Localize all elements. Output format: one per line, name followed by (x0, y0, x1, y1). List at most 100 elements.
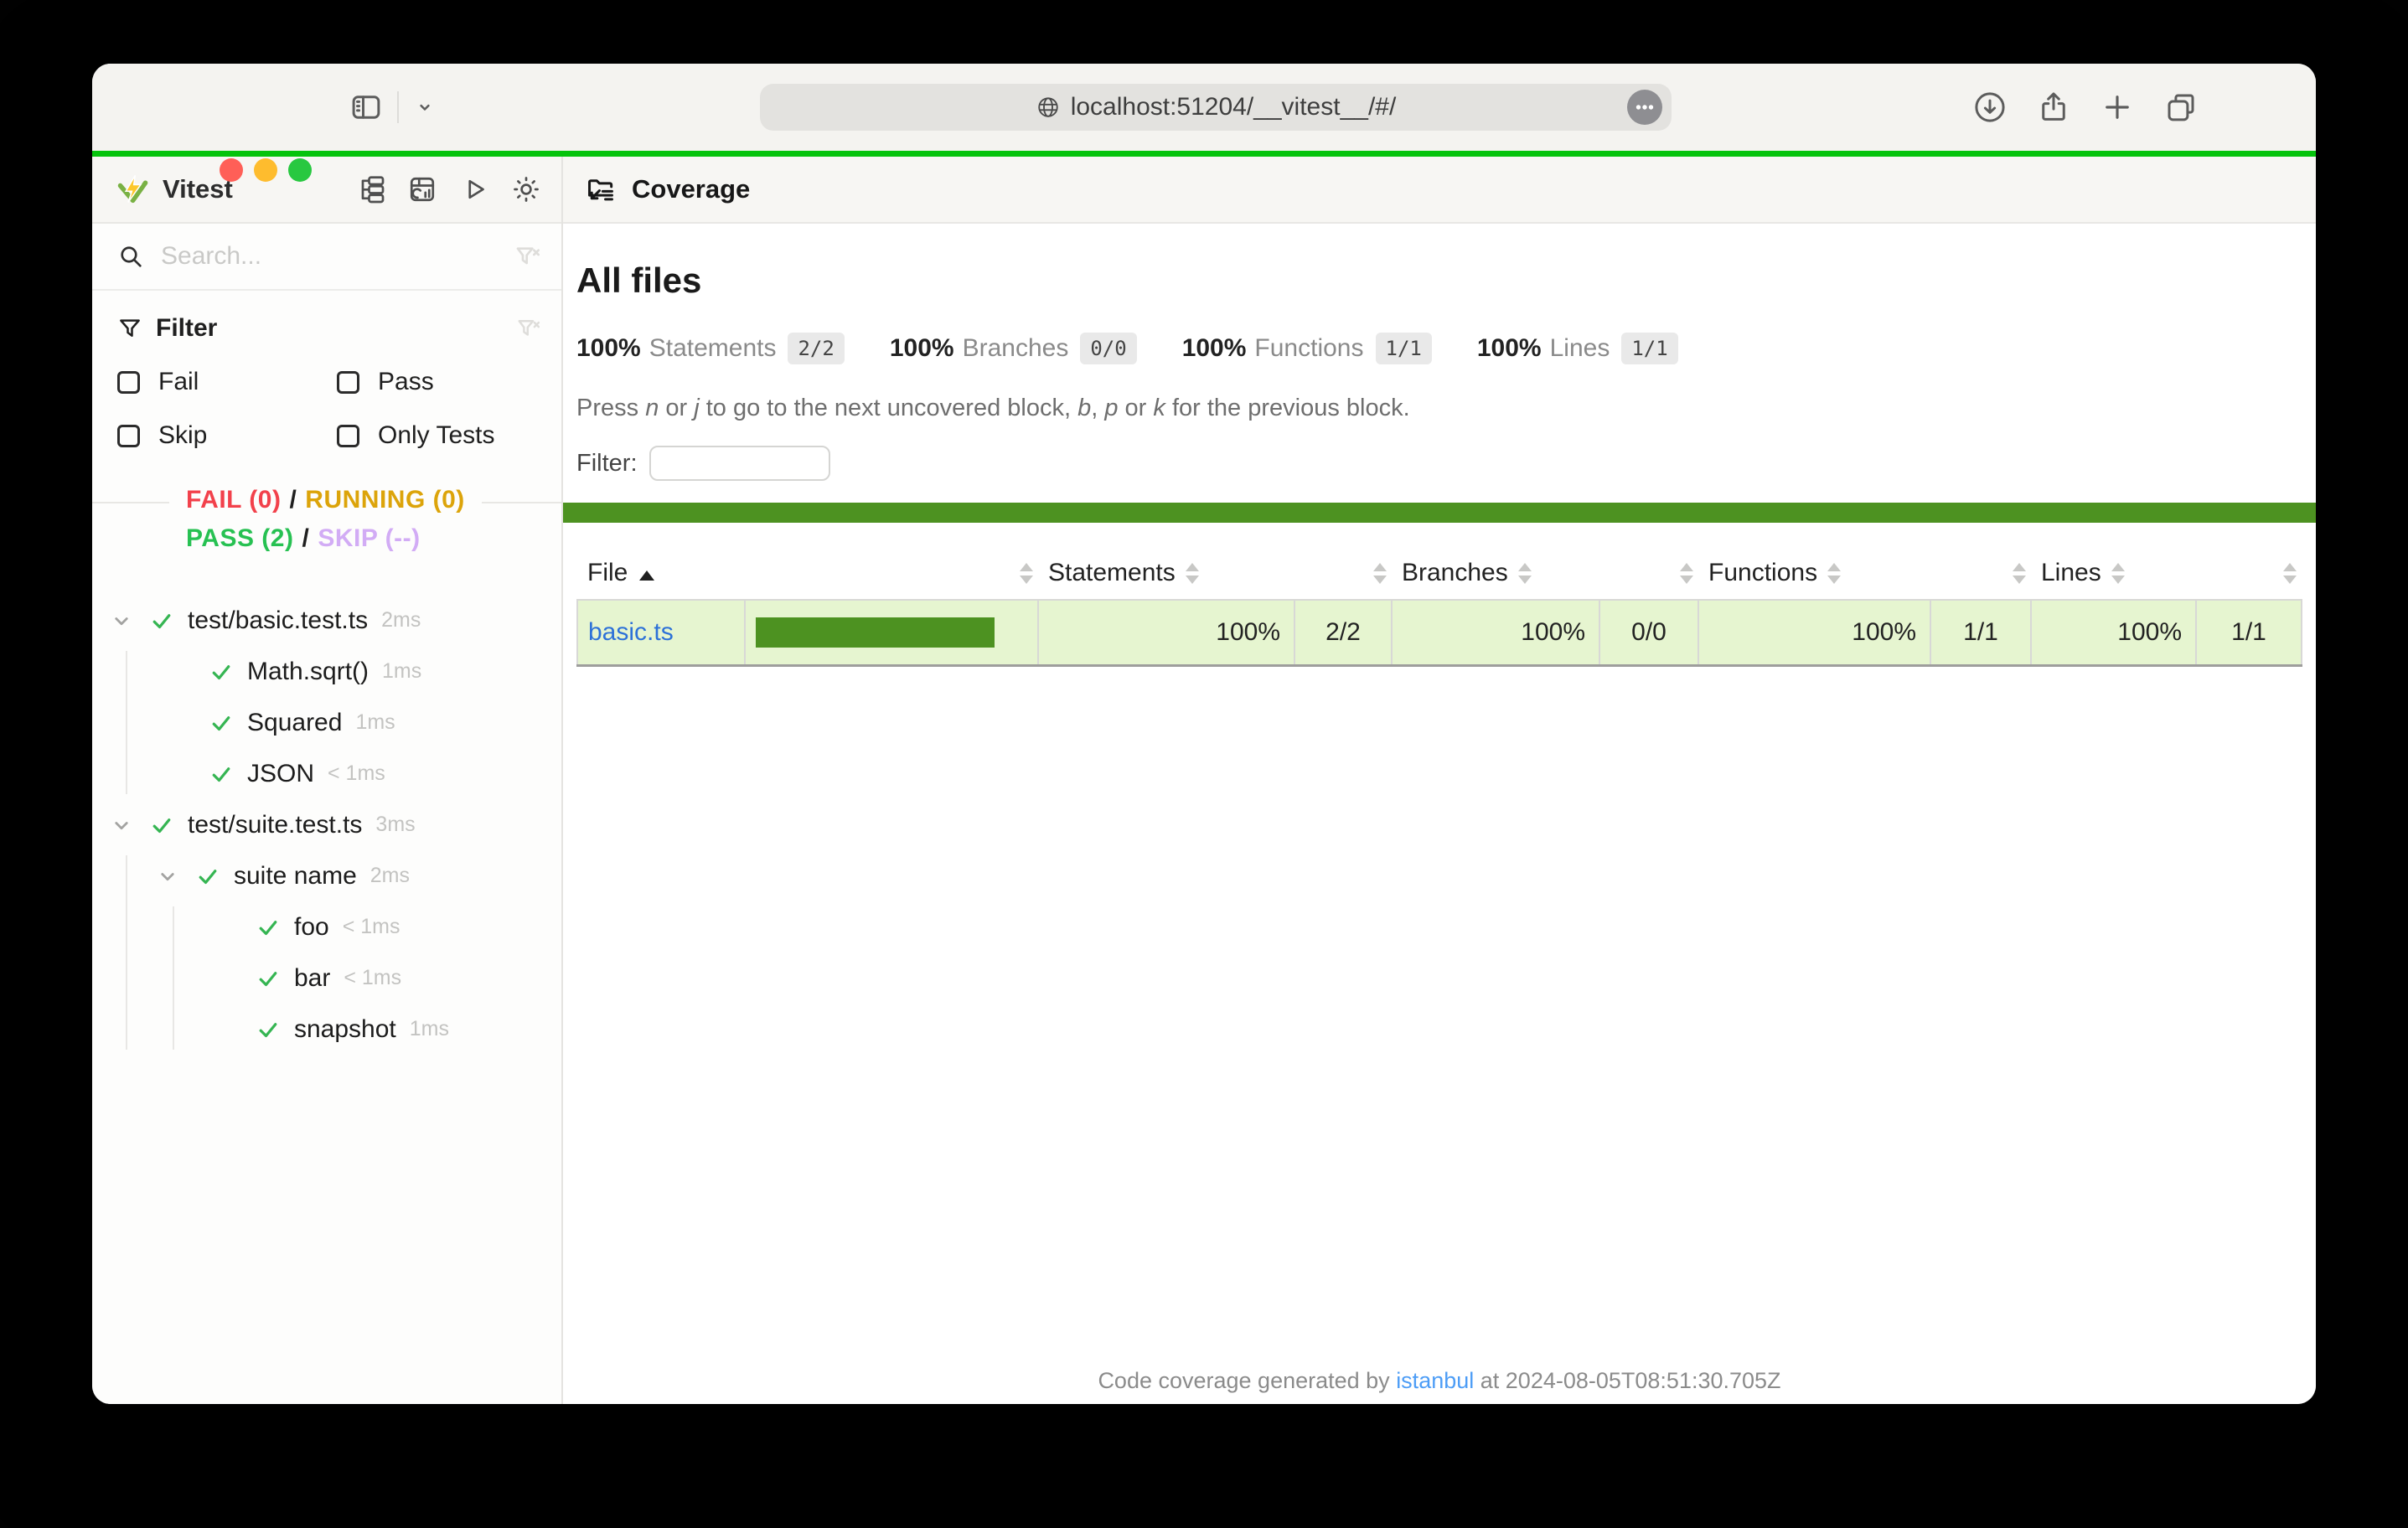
checkbox-label: Fail (158, 368, 199, 396)
filter-checkbox-skip[interactable]: Skip (117, 421, 337, 450)
check-icon (209, 659, 247, 684)
column-header-branches[interactable]: Branches (1392, 546, 1599, 600)
indent-guide (173, 906, 174, 1050)
tree-item-test[interactable]: JSON < 1ms (92, 748, 561, 799)
coverage-report: All files 100% Statements 2/2 100% Branc… (563, 224, 2316, 1404)
chevron-down-icon[interactable] (109, 813, 149, 838)
filter-section: Filter Fail Pass (92, 291, 561, 503)
checkbox-label: Pass (378, 368, 434, 396)
sorter-icon (1680, 563, 1693, 584)
column-header-file[interactable]: File (577, 546, 745, 600)
report-footer: Code coverage generated by istanbul at 2… (563, 1368, 2316, 1394)
checkbox[interactable] (337, 371, 359, 394)
minimize-window-button[interactable] (254, 158, 277, 182)
sort-functions-fraction[interactable] (1930, 546, 2031, 600)
sort-picture-column[interactable] (745, 546, 1038, 600)
sorter-icon (1827, 563, 1841, 584)
zoom-window-button[interactable] (288, 158, 312, 182)
tree-item-file[interactable]: test/suite.test.ts 3ms (92, 799, 561, 850)
tree-item-test[interactable]: Squared 1ms (92, 697, 561, 748)
sidebar-header: Vitest (92, 157, 561, 224)
indent-guide (126, 651, 127, 794)
check-icon (256, 915, 294, 940)
sorter-icon (1373, 563, 1387, 584)
test-label: foo (294, 913, 329, 942)
fraction-badge: 1/1 (1376, 333, 1432, 364)
browser-toolbar: localhost:51204/__vitest__/#/ (92, 64, 2316, 151)
fraction-badge: 0/0 (1080, 333, 1136, 364)
checkbox[interactable] (117, 425, 140, 447)
browser-window: localhost:51204/__vitest__/#/ (92, 64, 2316, 1404)
table-row: basic.ts 100% 2/2 100% 0/0 100% 1/1 100%… (577, 600, 2302, 665)
dashboard-icon[interactable] (407, 174, 437, 204)
test-status-summary: FAIL (0)/RUNNING (0) PASS (2)/SKIP (--) (92, 481, 561, 558)
filter-checkbox-only-tests[interactable]: Only Tests (337, 421, 541, 450)
chevron-down-icon[interactable] (109, 608, 149, 633)
filter-checkbox-pass[interactable]: Pass (337, 368, 541, 396)
fraction-badge: 2/2 (788, 333, 844, 364)
address-bar-url: localhost:51204/__vitest__/#/ (1071, 93, 1397, 121)
fail-count: FAIL (0) (186, 486, 281, 514)
test-label: suite name (234, 862, 357, 890)
check-icon (149, 813, 188, 838)
check-icon (256, 1017, 294, 1042)
stat-lines: 100% Lines 1/1 (1477, 333, 1678, 364)
test-label: Math.sqrt() (247, 658, 369, 686)
stat-statements: 100% Statements 2/2 (576, 333, 845, 364)
chevron-down-icon[interactable] (155, 864, 195, 889)
report-filter-input[interactable] (649, 446, 830, 481)
tree-view-icon[interactable] (355, 174, 385, 204)
chevron-down-icon[interactable] (412, 95, 437, 120)
test-label: bar (294, 964, 330, 993)
test-label: JSON (247, 760, 314, 788)
run-all-icon[interactable] (459, 174, 489, 204)
report-folder-icon (585, 173, 617, 205)
sorter-icon (1020, 563, 1033, 584)
checkbox[interactable] (337, 425, 359, 447)
check-icon (209, 761, 247, 787)
istanbul-link[interactable]: istanbul (1396, 1368, 1474, 1393)
column-header-lines[interactable]: Lines (2031, 546, 2196, 600)
close-window-button[interactable] (220, 158, 243, 182)
downloads-icon[interactable] (1972, 90, 2008, 125)
tab-overview-icon[interactable] (2163, 90, 2199, 125)
tree-item-test[interactable]: foo < 1ms (92, 901, 561, 952)
tree-item-test[interactable]: Math.sqrt() 1ms (92, 646, 561, 697)
fraction-badge: 1/1 (1621, 333, 1677, 364)
column-header-functions[interactable]: Functions (1698, 546, 1930, 600)
test-label: test/suite.test.ts (188, 811, 362, 839)
sort-lines-fraction[interactable] (2196, 546, 2302, 600)
keyboard-hint: Press n or j to go to the next uncovered… (576, 395, 2316, 422)
test-duration: 2ms (370, 864, 410, 888)
column-header-statements[interactable]: Statements (1038, 546, 1294, 600)
clear-search-filter-icon[interactable] (514, 243, 541, 270)
tree-item-test[interactable]: bar < 1ms (92, 952, 561, 1004)
sidebar-toggle-icon[interactable] (349, 90, 384, 125)
share-icon[interactable] (2036, 90, 2071, 125)
sort-branches-fraction[interactable] (1599, 546, 1698, 600)
checkbox-label: Skip (158, 421, 207, 450)
tree-item-test[interactable]: snapshot 1ms (92, 1004, 561, 1055)
filter-title: Filter (156, 314, 217, 343)
filter-checkbox-fail[interactable]: Fail (117, 368, 337, 396)
clear-filter-icon[interactable] (516, 316, 541, 341)
table-header-row: File Statements Branches Functions Lines (577, 546, 2302, 600)
branches-pct-cell: 100% (1392, 600, 1599, 665)
more-options-icon[interactable] (1626, 89, 1663, 126)
new-tab-icon[interactable] (2100, 90, 2135, 125)
file-link[interactable]: basic.ts (588, 618, 674, 646)
checkbox[interactable] (117, 371, 140, 394)
coverage-panel: Coverage All files 100% Statements 2/2 1… (563, 157, 2316, 1404)
search-input[interactable] (159, 241, 499, 271)
statements-frac-cell: 2/2 (1294, 600, 1392, 665)
stat-branches: 100% Branches 0/0 (890, 333, 1137, 364)
sort-statements-fraction[interactable] (1294, 546, 1392, 600)
tree-item-file[interactable]: test/basic.test.ts 2ms (92, 595, 561, 646)
test-label: Squared (247, 709, 342, 737)
address-bar[interactable]: localhost:51204/__vitest__/#/ (760, 84, 1672, 131)
tree-item-suite[interactable]: suite name 2ms (92, 850, 561, 901)
theme-toggle-icon[interactable] (511, 174, 541, 204)
coverage-summary-bar (563, 503, 2316, 523)
report-filter: Filter: (576, 446, 2316, 481)
test-tree: test/basic.test.ts 2ms Math.sqrt() 1ms S… (92, 595, 561, 1055)
